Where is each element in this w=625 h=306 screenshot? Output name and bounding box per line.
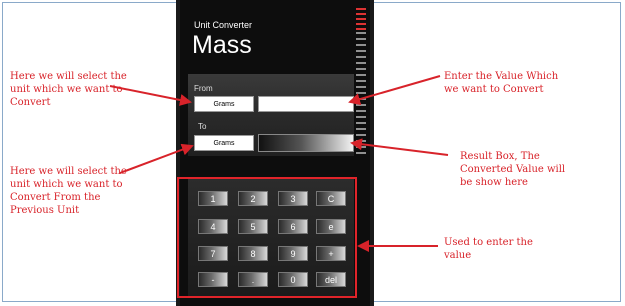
- annotation-enter-value: Enter the Value Which we want to Convert: [444, 71, 559, 95]
- arrow-enter-value: [348, 75, 441, 105]
- annotation-to-unit: Here we will select the unit which we wa…: [10, 166, 127, 216]
- annotation-keypad: Used to enter the value: [444, 237, 533, 261]
- annotation-result: Result Box, The Converted Value will be …: [460, 151, 566, 188]
- annotation-from-unit: Here we will select the unit which we wa…: [10, 71, 127, 108]
- arrow-result: [350, 138, 449, 156]
